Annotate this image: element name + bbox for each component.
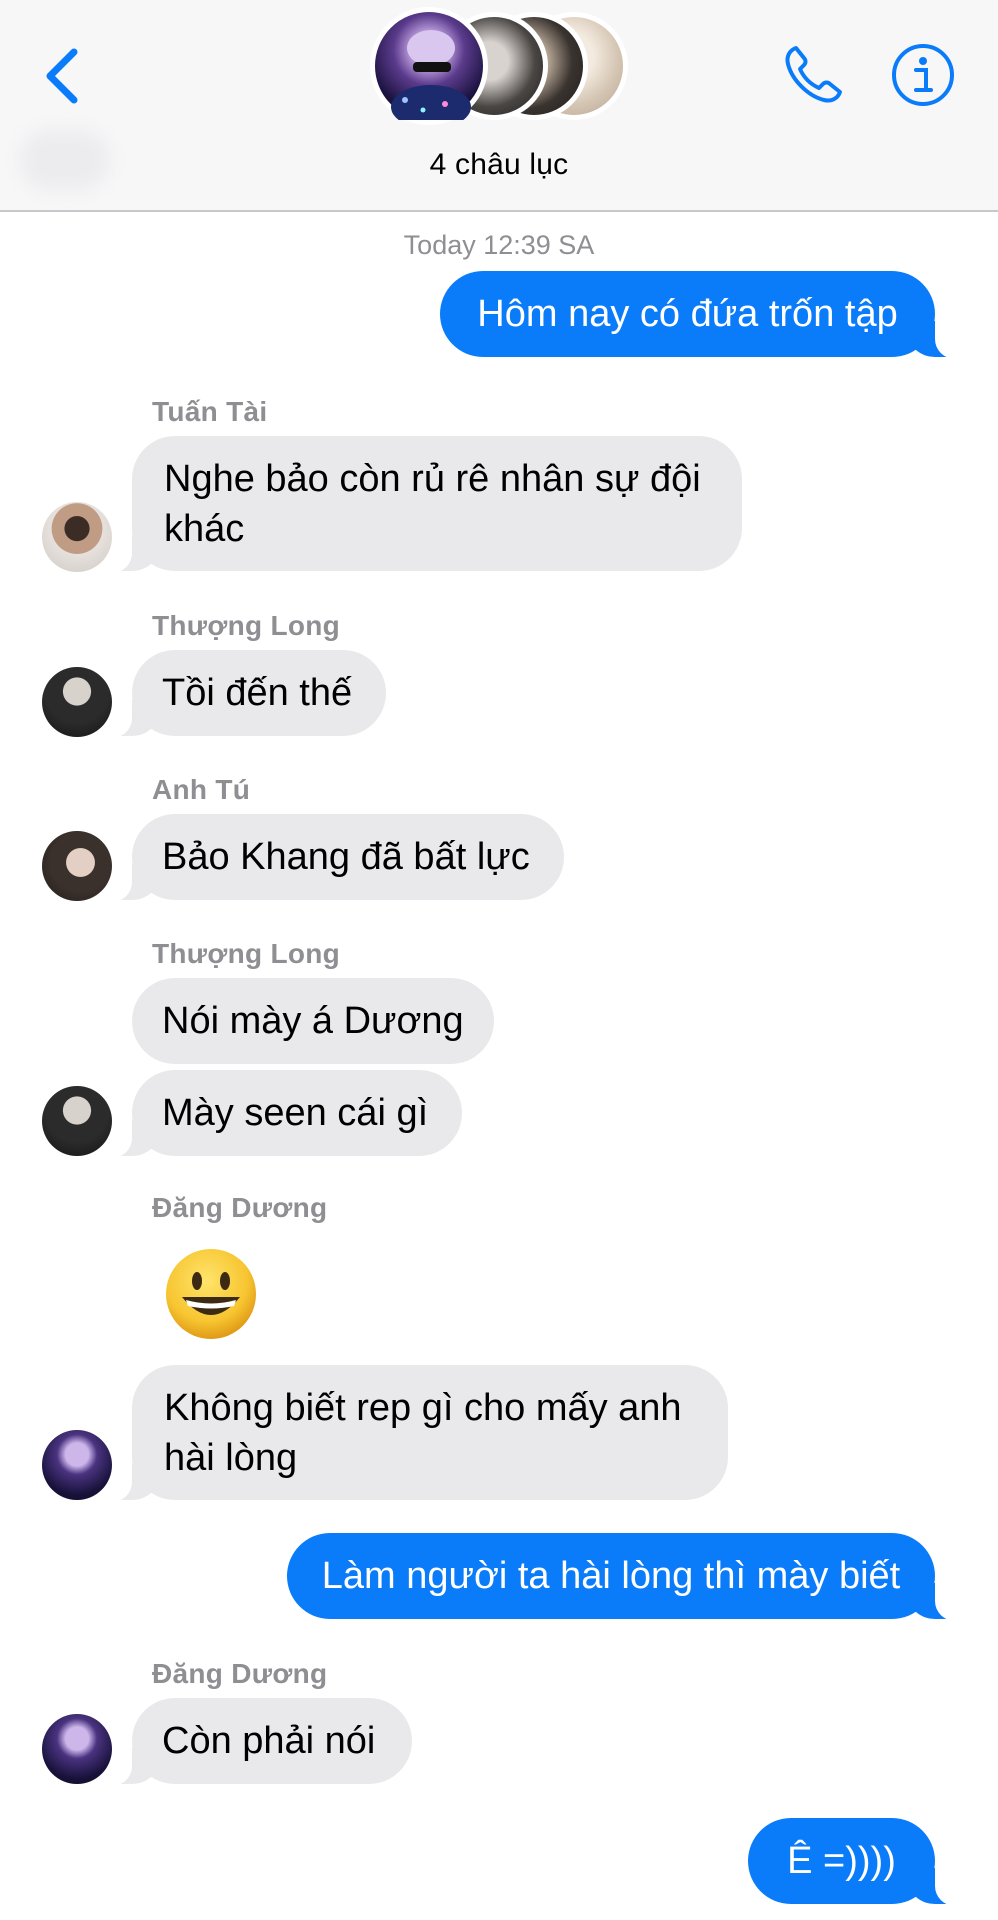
incoming-message[interactable]: Không biết rep gì cho mấy anh hài lòng: [98, 1365, 728, 1502]
group-name[interactable]: 4 châu lục: [0, 148, 998, 182]
outgoing-message[interactable]: Hôm nay có đứa trốn tập: [440, 271, 969, 359]
incoming-message[interactable]: Mày seen cái gì: [98, 1070, 462, 1158]
incoming-message[interactable]: Bảo Khang đã bất lực: [98, 814, 564, 902]
sender-name: Tuấn Tài: [152, 396, 268, 427]
call-button[interactable]: [778, 40, 848, 110]
emoji-message[interactable]: [162, 1245, 260, 1343]
avatar-dang-duong[interactable]: [42, 1714, 112, 1784]
group-avatar-stack[interactable]: [370, 7, 630, 130]
sender-name: Đăng Dương: [152, 1192, 328, 1223]
avatar-thuong-long[interactable]: [42, 1086, 112, 1156]
conversation-header: 4 châu lục: [0, 0, 998, 212]
outgoing-message[interactable]: Ê =)))): [748, 1818, 969, 1906]
incoming-message[interactable]: Nói mày á Dương: [132, 978, 494, 1064]
info-icon: [892, 44, 954, 106]
avatar-thuong-long[interactable]: [42, 667, 112, 737]
sender-name: Thượng Long: [152, 610, 341, 641]
sender-name: Thượng Long: [152, 938, 341, 969]
group-avatar-1: [370, 7, 488, 125]
incoming-message[interactable]: Tồi đến thế: [98, 650, 386, 738]
info-button[interactable]: [888, 40, 958, 110]
sender-name: Đăng Dương: [152, 1658, 328, 1689]
avatar-tuan-tai[interactable]: [42, 502, 112, 572]
back-button[interactable]: [38, 40, 88, 110]
avatar-dang-duong[interactable]: [42, 1430, 112, 1500]
incoming-message[interactable]: Còn phải nói: [98, 1698, 412, 1786]
avatar-anh-tu[interactable]: [42, 831, 112, 901]
outgoing-message[interactable]: Làm người ta hài lòng thì mày biết: [287, 1533, 969, 1621]
incoming-message[interactable]: Nghe bảo còn rủ rê nhân sự đội khác: [98, 436, 742, 573]
phone-icon: [785, 46, 842, 103]
grinning-face-icon: [166, 1249, 256, 1339]
chevron-left-icon: [46, 48, 78, 104]
sender-name: Anh Tú: [152, 774, 251, 805]
message-timestamp: Today 12:39 SA: [403, 230, 595, 260]
